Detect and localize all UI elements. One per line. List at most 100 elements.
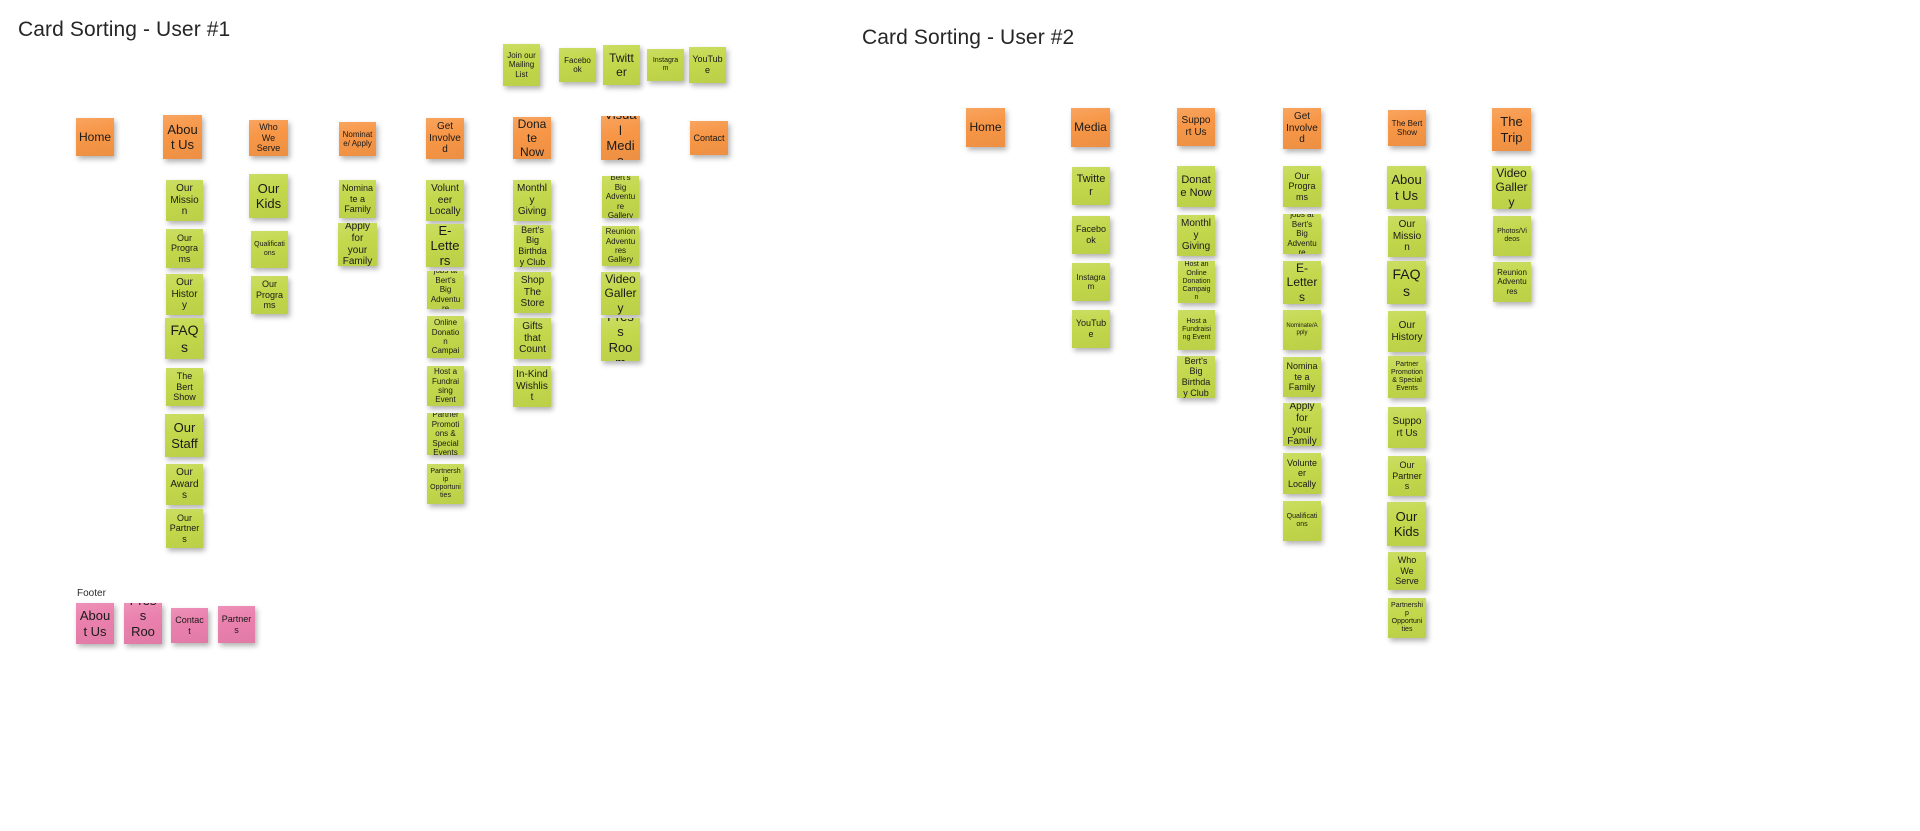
sticky-note-category-header[interactable]: Media xyxy=(1071,108,1110,147)
sticky-note-card[interactable]: About Us xyxy=(1387,166,1426,209)
sticky-note-card[interactable]: Partner Promotions & Special Events xyxy=(427,413,464,455)
sticky-note-card[interactable]: Support Us xyxy=(1388,407,1426,448)
sticky-note-card[interactable]: The Bert Show xyxy=(166,368,203,406)
sticky-note-card[interactable]: YouTube xyxy=(1072,310,1110,348)
sticky-note-card[interactable]: FAQs xyxy=(165,318,204,359)
sticky-note-card[interactable]: Who We Serve xyxy=(1388,552,1426,590)
sticky-note-label: YouTube xyxy=(1075,318,1107,339)
sticky-note-label: Donate Now xyxy=(517,117,547,159)
sticky-note-card[interactable]: Gifts that Count xyxy=(514,318,551,359)
sticky-note-footer-card[interactable]: Press Room xyxy=(124,603,162,644)
sticky-note-footer-card[interactable]: Partners xyxy=(218,606,255,643)
sticky-note-card[interactable]: Our Awards xyxy=(166,464,203,505)
sticky-note-card[interactable]: Our Mission xyxy=(1388,216,1426,257)
sticky-note-card[interactable]: Our Programs xyxy=(166,229,203,268)
sticky-note-card[interactable]: Twitter xyxy=(1072,167,1110,205)
sticky-note-category-header[interactable]: Contact xyxy=(690,121,728,155)
sticky-note-label: YouTube xyxy=(692,54,723,75)
sticky-note-footer-card[interactable]: About Us xyxy=(76,603,114,644)
sticky-note-footer-card[interactable]: Contact xyxy=(171,608,208,643)
board-title-user-2: Card Sorting - User #2 xyxy=(862,26,1075,49)
sticky-note-category-header[interactable]: Get Involved xyxy=(426,118,464,159)
sticky-note-label: Volunteer Locally xyxy=(429,182,461,218)
sticky-note-category-header[interactable]: Support Us xyxy=(1177,108,1215,146)
sticky-note-label: Partnership Opportunities xyxy=(430,467,461,500)
sticky-note-card[interactable]: Our Programs xyxy=(251,276,288,314)
sticky-note-card[interactable]: Nominate a Family xyxy=(339,180,376,218)
sticky-note-card[interactable]: Our Partners xyxy=(1388,456,1426,496)
sticky-note-card[interactable]: Apply for your Family xyxy=(1283,403,1321,446)
sticky-note-card[interactable]: Reunion Adventures xyxy=(1493,262,1531,302)
sticky-note-category-header[interactable]: The Trip xyxy=(1492,108,1531,151)
sticky-note-card[interactable]: Nominate a Family xyxy=(1283,357,1321,397)
sticky-note-card[interactable]: Host a Fundraising Event xyxy=(1178,310,1215,350)
sticky-note-card[interactable]: jobs at Bert's Big Adventure xyxy=(1283,214,1321,254)
sticky-note-card[interactable]: FAQs xyxy=(1387,261,1426,304)
sticky-note-unsorted[interactable]: Instagram xyxy=(647,49,684,81)
sticky-note-unsorted[interactable]: Join our Mailing List xyxy=(503,44,540,86)
sticky-note-label: Partner Promotions & Special Events xyxy=(431,413,460,455)
sticky-note-card[interactable]: Volunteer Locally xyxy=(426,180,464,221)
sticky-note-unsorted[interactable]: Facebook xyxy=(559,48,596,82)
sticky-note-card[interactable]: Instagram xyxy=(1072,263,1110,301)
sticky-note-unsorted[interactable]: Twitter xyxy=(603,45,640,85)
sticky-note-card[interactable]: Bert's Big Birthday Club xyxy=(1177,356,1215,398)
sticky-note-label: Gifts that Count xyxy=(519,320,546,356)
sticky-note-card[interactable]: Monthly Giving xyxy=(513,180,551,221)
sticky-note-card[interactable]: Reunion Adventures Gallery xyxy=(602,226,639,266)
sticky-note-category-header[interactable]: Home xyxy=(966,108,1005,147)
sticky-note-category-header[interactable]: Home xyxy=(76,118,114,156)
sticky-note-unsorted[interactable]: YouTube xyxy=(689,47,726,83)
sticky-note-card[interactable]: Our Programs xyxy=(1283,166,1321,207)
sticky-note-label: Facebook xyxy=(564,55,591,74)
sticky-note-card[interactable]: Press Room xyxy=(601,318,640,361)
sticky-note-card[interactable]: Bert's Big Adventure Gallery xyxy=(602,176,639,218)
sticky-note-card[interactable]: Nominate/Apply xyxy=(1283,310,1321,350)
sticky-note-card[interactable]: Video Gallery xyxy=(1492,166,1531,209)
sticky-note-card[interactable]: Our Kids xyxy=(249,174,288,218)
sticky-note-category-header[interactable]: Visual Media xyxy=(601,116,640,160)
sticky-note-card[interactable]: jobs at Bert's Big Adventure xyxy=(427,271,464,309)
sticky-note-card[interactable]: Apply for your Family xyxy=(338,223,377,266)
sticky-note-category-header[interactable]: About Us xyxy=(163,115,202,159)
sticky-note-card[interactable]: Our Staff xyxy=(165,414,204,457)
sticky-note-card[interactable]: Partnership Opportunities xyxy=(427,464,464,504)
sticky-note-label: E-Letters xyxy=(430,224,460,267)
sticky-note-label: Partners xyxy=(221,613,252,635)
sticky-note-card[interactable]: Host a Fundraising Event xyxy=(427,366,464,406)
sticky-note-label: Our Partners xyxy=(169,512,200,544)
sticky-note-category-header[interactable]: Get Involved xyxy=(1283,108,1321,149)
sticky-note-card[interactable]: Monthly Giving xyxy=(1177,215,1215,256)
sticky-note-label: Monthly Giving xyxy=(1180,217,1211,253)
sticky-note-category-header[interactable]: Nominate/ Apply xyxy=(339,122,376,156)
sticky-note-category-header[interactable]: Donate Now xyxy=(513,117,551,159)
sticky-note-label: Our Kids xyxy=(255,180,282,211)
sticky-note-card[interactable]: Donate Now xyxy=(1177,166,1215,207)
sticky-note-card[interactable]: Facebook xyxy=(1072,216,1110,254)
sticky-note-label: Contact xyxy=(693,132,725,143)
sticky-note-card[interactable]: Qualifications xyxy=(1283,501,1321,541)
sticky-note-card[interactable]: Video Gallery xyxy=(601,272,640,315)
sticky-note-card[interactable]: Qualifications xyxy=(251,231,288,268)
sticky-note-label: Who We Serve xyxy=(1395,555,1419,587)
sticky-note-card[interactable]: Photos/Videos xyxy=(1493,216,1531,256)
sticky-note-card[interactable]: Shop The Store xyxy=(514,272,551,313)
sticky-note-category-header[interactable]: Who We Serve xyxy=(249,120,288,156)
sticky-note-card[interactable]: Our Kids xyxy=(1387,502,1426,546)
sticky-note-card[interactable]: Partner Promotion & Special Events xyxy=(1388,356,1426,398)
sticky-note-card[interactable]: Host an Online Donation Campaign xyxy=(427,316,464,358)
sticky-note-card[interactable]: Bert's Big Birthday Club xyxy=(514,225,551,267)
sticky-note-category-header[interactable]: The Bert Show xyxy=(1388,110,1426,146)
sticky-note-card[interactable]: E-Letters xyxy=(426,224,464,267)
sticky-note-label: FAQs xyxy=(1392,265,1421,299)
sticky-note-card[interactable]: Our Partners xyxy=(166,509,203,548)
sticky-note-card[interactable]: Our History xyxy=(166,274,203,315)
sticky-note-label: Reunion Adventures xyxy=(1497,267,1527,296)
sticky-note-card[interactable]: Partnership Opportunities xyxy=(1388,598,1426,638)
sticky-note-card[interactable]: Volunteer Locally xyxy=(1283,453,1321,494)
sticky-note-card[interactable]: Host an Online Donation Campaign xyxy=(1178,261,1215,303)
sticky-note-card[interactable]: In-Kind Wishlist xyxy=(513,366,551,407)
sticky-note-card[interactable]: Our Mission xyxy=(166,180,203,221)
sticky-note-card[interactable]: Our History xyxy=(1388,311,1426,352)
sticky-note-card[interactable]: E-Letters xyxy=(1283,261,1321,304)
